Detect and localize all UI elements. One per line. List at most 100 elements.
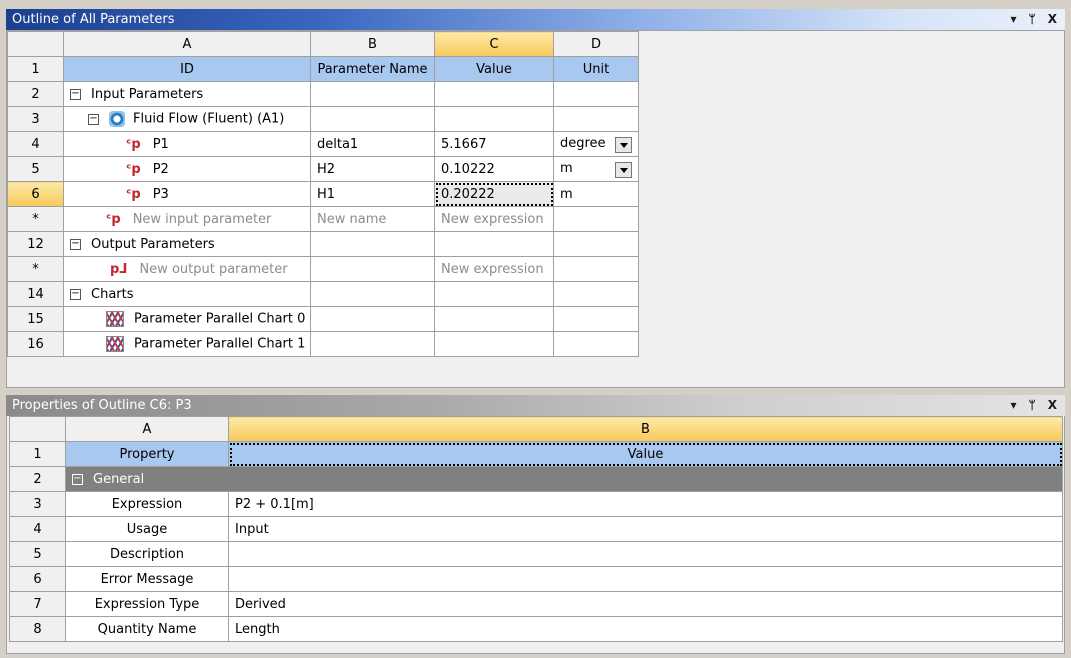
collapse-icon[interactable]: − xyxy=(70,88,81,100)
new-output-parameter[interactable]: pᒧ New output parameter xyxy=(63,256,311,282)
row-number[interactable]: 6 xyxy=(7,181,64,207)
column-header-b[interactable]: B xyxy=(228,416,1063,442)
table-row[interactable]: 3 Expression P2 + 0.1[m] xyxy=(9,491,1063,517)
row-number[interactable]: 8 xyxy=(9,616,66,642)
table-row[interactable]: 15 Parameter Parallel Chart 0 xyxy=(7,306,639,332)
corner-cell[interactable] xyxy=(7,31,64,57)
cell[interactable] xyxy=(434,331,554,357)
cell[interactable] xyxy=(553,331,639,357)
corner-cell[interactable] xyxy=(9,416,66,442)
cell[interactable] xyxy=(310,256,435,282)
unit-cell[interactable]: degree xyxy=(553,131,639,157)
table-row[interactable]: 16 Parameter Parallel Chart 1 xyxy=(7,331,639,357)
row-number[interactable]: 5 xyxy=(9,541,66,567)
table-row[interactable]: 12 − Output Parameters xyxy=(7,231,639,257)
unit-dropdown-icon[interactable] xyxy=(615,136,632,153)
cell[interactable] xyxy=(434,306,554,332)
column-header-b[interactable]: B xyxy=(310,31,435,57)
row-number[interactable]: * xyxy=(7,256,64,282)
close-icon[interactable]: X xyxy=(1048,9,1057,30)
row-number[interactable]: 5 xyxy=(7,156,64,182)
cell[interactable] xyxy=(553,281,639,307)
unit-cell[interactable]: m xyxy=(553,181,639,207)
table-row[interactable]: 6 ᶜp P3 H1 0.20222 m xyxy=(7,181,639,207)
collapse-icon[interactable]: − xyxy=(70,288,81,300)
selected-value-cell[interactable]: 0.20222 xyxy=(434,181,554,207)
output-parameters-group[interactable]: − Output Parameters xyxy=(63,231,311,257)
fluid-flow-system[interactable]: − Fluid Flow (Fluent) (A1) xyxy=(63,106,311,132)
cell[interactable] xyxy=(310,281,435,307)
row-number[interactable]: 3 xyxy=(7,106,64,132)
unit-dropdown-icon[interactable] xyxy=(615,161,632,178)
new-expression-cell[interactable]: New expression xyxy=(434,256,554,282)
chart-item[interactable]: Parameter Parallel Chart 0 xyxy=(63,306,311,332)
table-row[interactable]: * pᒧ New output parameter New expression xyxy=(7,256,639,282)
cell[interactable] xyxy=(310,231,435,257)
cell[interactable] xyxy=(434,231,554,257)
row-number[interactable]: * xyxy=(7,206,64,232)
table-row[interactable]: 7 Expression Type Derived xyxy=(9,591,1063,617)
charts-group[interactable]: − Charts xyxy=(63,281,311,307)
parameter-name-cell[interactable]: H2 xyxy=(310,156,435,182)
pin-icon[interactable]: ᛘ xyxy=(1029,395,1036,416)
property-value[interactable]: Derived xyxy=(228,591,1063,617)
value-cell[interactable]: 5.1667 xyxy=(434,131,554,157)
table-row[interactable]: 2 − Input Parameters xyxy=(7,81,639,107)
cell[interactable] xyxy=(310,306,435,332)
table-row[interactable]: 1 ID Parameter Name Value Unit xyxy=(7,56,639,82)
row-number[interactable]: 1 xyxy=(9,441,66,467)
row-number[interactable]: 12 xyxy=(7,231,64,257)
collapse-icon[interactable]: − xyxy=(88,113,99,125)
row-number[interactable]: 2 xyxy=(9,466,66,492)
table-row[interactable]: 4 Usage Input xyxy=(9,516,1063,542)
column-header-c[interactable]: C xyxy=(434,31,554,57)
dropdown-menu-icon[interactable]: ▾ xyxy=(1011,395,1017,416)
cell[interactable] xyxy=(434,281,554,307)
table-row[interactable]: 5 ᶜp P2 H2 0.10222 m xyxy=(7,156,639,182)
row-number[interactable]: 6 xyxy=(9,566,66,592)
dropdown-menu-icon[interactable]: ▾ xyxy=(1011,9,1017,30)
table-row[interactable]: 4 ᶜp P1 delta1 5.1667 degree xyxy=(7,131,639,157)
input-parameters-group[interactable]: − Input Parameters xyxy=(63,81,311,107)
cell[interactable] xyxy=(553,231,639,257)
row-number[interactable]: 2 xyxy=(7,81,64,107)
table-row[interactable]: 1 Property Value xyxy=(9,441,1063,467)
chart-item[interactable]: Parameter Parallel Chart 1 xyxy=(63,331,311,357)
property-value[interactable] xyxy=(228,566,1063,592)
cell[interactable] xyxy=(434,106,554,132)
parameter-name-cell[interactable]: H1 xyxy=(310,181,435,207)
cell[interactable] xyxy=(310,81,435,107)
cell[interactable] xyxy=(310,331,435,357)
unit-cell[interactable]: m xyxy=(553,156,639,182)
property-value[interactable]: Input xyxy=(228,516,1063,542)
general-section[interactable]: − General xyxy=(65,466,1063,492)
cell[interactable] xyxy=(553,256,639,282)
cell[interactable] xyxy=(310,106,435,132)
pin-icon[interactable]: ᛘ xyxy=(1029,9,1036,30)
row-number[interactable]: 15 xyxy=(7,306,64,332)
parameter-id-cell[interactable]: ᶜp P1 xyxy=(63,131,311,157)
new-name-cell[interactable]: New name xyxy=(310,206,435,232)
cell[interactable] xyxy=(553,306,639,332)
parameter-name-cell[interactable]: delta1 xyxy=(310,131,435,157)
row-number[interactable]: 4 xyxy=(9,516,66,542)
collapse-icon[interactable]: − xyxy=(70,238,81,250)
table-row[interactable]: 3 − Fluid Flow (Fluent) (A1) xyxy=(7,106,639,132)
new-expression-cell[interactable]: New expression xyxy=(434,206,554,232)
property-value[interactable] xyxy=(228,541,1063,567)
table-row[interactable]: 2 − General xyxy=(9,466,1063,492)
table-row[interactable]: 5 Description xyxy=(9,541,1063,567)
row-number[interactable]: 4 xyxy=(7,131,64,157)
column-header-a[interactable]: A xyxy=(63,31,311,57)
cell[interactable] xyxy=(553,206,639,232)
collapse-icon[interactable]: − xyxy=(72,473,83,485)
row-number[interactable]: 7 xyxy=(9,591,66,617)
parameter-id-cell[interactable]: ᶜp P3 xyxy=(63,181,311,207)
row-number[interactable]: 3 xyxy=(9,491,66,517)
property-value[interactable]: P2 + 0.1[m] xyxy=(228,491,1063,517)
table-row[interactable]: 8 Quantity Name Length xyxy=(9,616,1063,642)
new-input-parameter[interactable]: ᶜp New input parameter xyxy=(63,206,311,232)
parameter-id-cell[interactable]: ᶜp P2 xyxy=(63,156,311,182)
column-header-a[interactable]: A xyxy=(65,416,229,442)
property-value[interactable]: Length xyxy=(228,616,1063,642)
